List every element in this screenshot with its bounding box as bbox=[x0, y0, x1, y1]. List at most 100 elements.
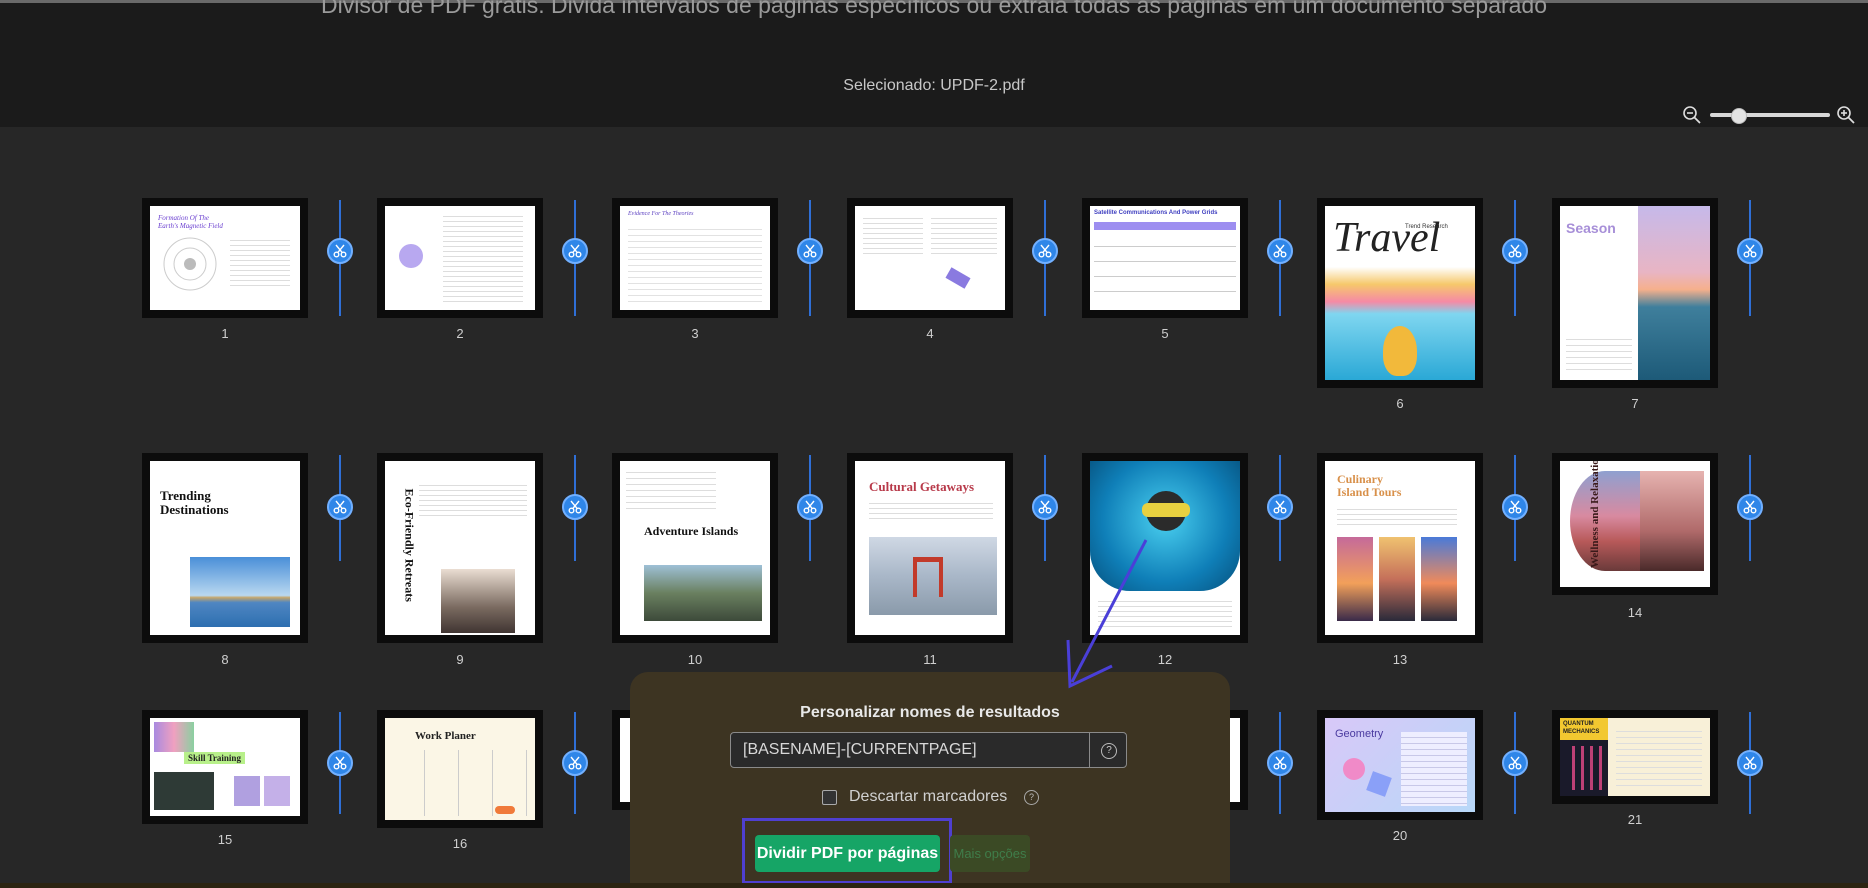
page-description: Divisor de PDF grátis. Divida intervalos… bbox=[320, 0, 1548, 18]
panel-title: Personalizar nomes de resultados bbox=[800, 704, 1060, 721]
page-heading: Cultural Getaways bbox=[869, 479, 975, 494]
selected-file-label: Selecionado: UPDF-2.pdf bbox=[843, 77, 1025, 94]
bottom-bar bbox=[0, 883, 1868, 888]
page-number: 4 bbox=[926, 326, 934, 341]
page-thumbnail[interactable]: Skill Training bbox=[142, 710, 308, 824]
page-thumbnail[interactable]: Geometry bbox=[1317, 710, 1483, 820]
scissors-icon[interactable] bbox=[1502, 750, 1528, 776]
zoom-slider-knob[interactable] bbox=[1731, 108, 1747, 124]
split-pdf-button[interactable]: Dividir PDF por páginas bbox=[755, 835, 940, 872]
more-options-button[interactable]: Mais opções bbox=[950, 835, 1030, 872]
page-number: 9 bbox=[456, 652, 464, 667]
page-heading: Season bbox=[1566, 220, 1616, 236]
page-preview: Travel Trend Research bbox=[1325, 206, 1475, 380]
discard-bookmarks-label: Descartar marcadores bbox=[849, 788, 1008, 805]
page-preview: Adventure Islands bbox=[620, 461, 770, 635]
page-preview: Culinary Island Tours bbox=[1325, 461, 1475, 635]
page-number: 15 bbox=[217, 832, 233, 847]
question-icon: ? bbox=[1101, 743, 1117, 759]
page-thumbnail[interactable]: Eco-Friendly Retreats bbox=[377, 453, 543, 643]
page-heading: Wellness and Relaxation bbox=[1589, 461, 1601, 568]
page-heading: Skill Training bbox=[184, 752, 245, 764]
page-thumbnail[interactable] bbox=[847, 198, 1013, 318]
page-thumbnail[interactable]: Season bbox=[1552, 198, 1718, 388]
page-heading: Evidence For The Theories bbox=[628, 211, 694, 217]
scissors-icon[interactable] bbox=[1267, 750, 1293, 776]
scissors-icon[interactable] bbox=[797, 238, 823, 264]
scissors-icon[interactable] bbox=[327, 494, 353, 520]
page-number: 7 bbox=[1631, 396, 1639, 411]
scissors-icon[interactable] bbox=[1267, 494, 1293, 520]
page-preview bbox=[855, 206, 1005, 310]
filename-pattern-input[interactable]: [BASENAME]-[CURRENTPAGE] bbox=[730, 732, 1090, 768]
page-preview: Eco-Friendly Retreats bbox=[385, 461, 535, 635]
zoom-in-icon[interactable] bbox=[1836, 105, 1856, 125]
pattern-help-button[interactable]: ? bbox=[1089, 732, 1127, 768]
page-number: 21 bbox=[1627, 812, 1643, 827]
scissors-icon[interactable] bbox=[1737, 750, 1763, 776]
scissors-icon[interactable] bbox=[797, 494, 823, 520]
page-preview: Geometry bbox=[1325, 718, 1475, 812]
question-icon[interactable]: ? bbox=[1024, 790, 1039, 805]
page-number: 13 bbox=[1392, 652, 1408, 667]
scissors-icon[interactable] bbox=[562, 238, 588, 264]
page-thumbnail[interactable]: Trending Destinations bbox=[142, 453, 308, 643]
page-number: 10 bbox=[687, 652, 703, 667]
page-heading: Work Planer bbox=[415, 730, 476, 742]
page-number: 8 bbox=[221, 652, 229, 667]
page-heading: Geometry bbox=[1335, 728, 1384, 740]
scissors-icon[interactable] bbox=[1737, 238, 1763, 264]
scissors-icon[interactable] bbox=[562, 750, 588, 776]
page-heading: Formation Of The Earth's Magnetic Field bbox=[158, 214, 223, 230]
page-number: 3 bbox=[691, 326, 699, 341]
page-thumbnail[interactable]: Formation Of The Earth's Magnetic Field bbox=[142, 198, 308, 318]
scissors-icon[interactable] bbox=[562, 494, 588, 520]
scissors-icon[interactable] bbox=[1032, 238, 1058, 264]
page-thumbnail[interactable]: Travel Trend Research bbox=[1317, 198, 1483, 388]
page-number: 16 bbox=[452, 836, 468, 851]
page-thumbnail[interactable]: Adventure Islands bbox=[612, 453, 778, 643]
zoom-out-icon[interactable] bbox=[1682, 105, 1702, 125]
page-number: 1 bbox=[221, 326, 229, 341]
page-thumbnail[interactable]: Wellness and Relaxation bbox=[1552, 453, 1718, 595]
page-thumbnail[interactable]: Cultural Getaways bbox=[847, 453, 1013, 643]
page-heading: Culinary Island Tours bbox=[1337, 472, 1402, 499]
page-preview: Formation Of The Earth's Magnetic Field bbox=[150, 206, 300, 310]
page-number: 11 bbox=[923, 652, 937, 667]
page-heading: Travel bbox=[1333, 215, 1441, 261]
scissors-icon[interactable] bbox=[327, 238, 353, 264]
page-preview: Work Planer bbox=[385, 718, 535, 820]
page-preview bbox=[385, 206, 535, 310]
page-number: 12 bbox=[1157, 652, 1173, 667]
page-preview: Evidence For The Theories bbox=[620, 206, 770, 310]
page-heading: Eco-Friendly Retreats bbox=[402, 488, 417, 602]
page-number: 2 bbox=[456, 326, 464, 341]
page-thumbnail[interactable]: Evidence For The Theories bbox=[612, 198, 778, 318]
page-heading: Adventure Islands bbox=[644, 524, 739, 538]
page-thumbnail[interactable]: Work Planer bbox=[377, 710, 543, 828]
page-preview: Wellness and Relaxation bbox=[1560, 461, 1710, 587]
page-number: 20 bbox=[1392, 828, 1408, 843]
page-preview: Trending Destinations bbox=[150, 461, 300, 635]
page-preview: Skill Training bbox=[150, 718, 300, 816]
scissors-icon[interactable] bbox=[1032, 494, 1058, 520]
page-number: 14 bbox=[1627, 605, 1643, 620]
scissors-icon[interactable] bbox=[327, 750, 353, 776]
page-number: 5 bbox=[1161, 326, 1169, 341]
page-preview: Cultural Getaways bbox=[855, 461, 1005, 635]
scissors-icon[interactable] bbox=[1737, 494, 1763, 520]
scissors-icon[interactable] bbox=[1502, 238, 1528, 264]
page-header: Divisor de PDF grátis. Divida intervalos… bbox=[0, 0, 1868, 127]
zoom-slider[interactable] bbox=[1710, 108, 1830, 124]
page-thumbnail[interactable]: QUANTUM MECHANICS bbox=[1552, 710, 1718, 804]
scissors-icon[interactable] bbox=[1267, 238, 1293, 264]
page-thumbnail[interactable] bbox=[1082, 453, 1248, 643]
discard-bookmarks-checkbox[interactable] bbox=[822, 790, 837, 805]
scissors-icon[interactable] bbox=[1502, 494, 1528, 520]
zoom-control bbox=[1682, 105, 1858, 125]
page-thumbnail[interactable]: Culinary Island Tours bbox=[1317, 453, 1483, 643]
page-preview: Satellite Communications And Power Grids bbox=[1090, 206, 1240, 310]
page-thumbnail[interactable] bbox=[377, 198, 543, 318]
page-thumbnail[interactable]: Satellite Communications And Power Grids bbox=[1082, 198, 1248, 318]
page-heading: Trending Destinations bbox=[160, 488, 229, 517]
